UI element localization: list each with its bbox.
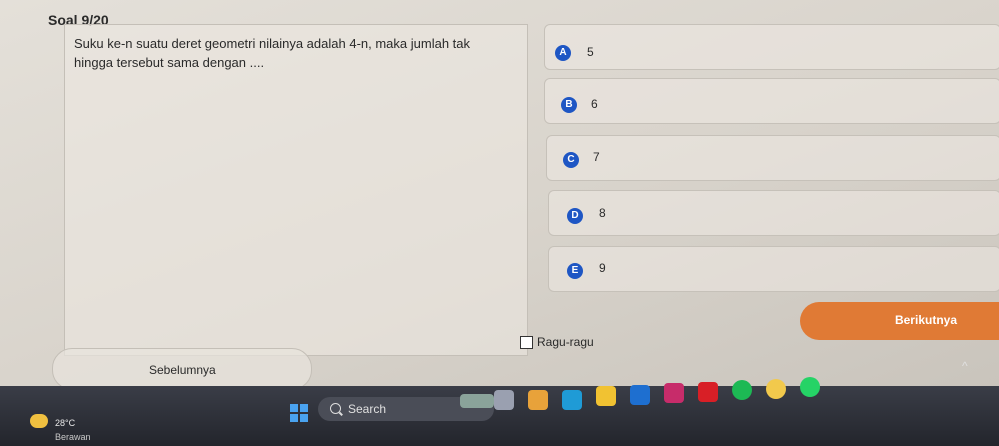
option-d-value: 8 <box>599 206 606 220</box>
option-c-value: 7 <box>593 150 600 164</box>
option-e-letter: E <box>567 263 583 279</box>
option-b-letter: B <box>561 97 577 113</box>
doubt-checkbox-label: Ragu-ragu <box>537 335 594 349</box>
previous-button-label: Sebelumnya <box>149 363 216 377</box>
previous-button[interactable]: Sebelumnya <box>52 348 312 390</box>
option-d-letter: D <box>567 208 583 224</box>
option-d[interactable]: D 8 <box>548 190 999 236</box>
outlook-icon[interactable] <box>630 384 650 405</box>
option-e-value: 9 <box>599 261 606 275</box>
landscape-widget-icon[interactable] <box>460 394 494 408</box>
exam-screen: Soal 9/20 Suku ke-n suatu deret geometri… <box>0 0 999 392</box>
copilot-icon[interactable] <box>528 390 548 410</box>
taskbar: ^ 28°C Berawan Search <box>0 359 999 446</box>
weather-description[interactable]: Berawan <box>55 432 91 442</box>
weather-cloud-icon[interactable] <box>30 414 48 428</box>
whatsapp-icon[interactable] <box>800 377 820 397</box>
windows-start-icon[interactable] <box>290 404 308 422</box>
tray-chevron-up-icon[interactable]: ^ <box>962 359 968 373</box>
question-panel <box>64 24 528 356</box>
netflix-icon[interactable] <box>698 381 718 402</box>
edge-icon[interactable] <box>562 390 582 410</box>
option-b-value: 6 <box>591 97 598 111</box>
option-e[interactable]: E 9 <box>548 246 999 292</box>
next-button[interactable]: Berikutnya <box>800 302 999 340</box>
media-player-icon[interactable] <box>664 383 684 403</box>
option-c-letter: C <box>563 152 579 168</box>
search-icon <box>330 403 341 414</box>
option-a-letter: A <box>555 45 571 61</box>
next-button-label: Berikutnya <box>894 313 957 327</box>
task-view-icon[interactable] <box>494 390 514 410</box>
search-label: Search <box>348 402 387 416</box>
chrome-canary-icon[interactable] <box>766 378 786 399</box>
option-a[interactable]: A 5 <box>544 24 999 70</box>
doubt-checkbox-box[interactable] <box>520 336 533 349</box>
file-explorer-icon[interactable] <box>596 386 616 406</box>
option-b[interactable]: B 6 <box>544 78 999 124</box>
weather-temperature[interactable]: 28°C <box>55 418 75 428</box>
spotify-icon[interactable] <box>732 380 752 400</box>
question-text: Suku ke-n suatu deret geometri nilainya … <box>74 36 470 70</box>
option-c[interactable]: C 7 <box>546 135 999 181</box>
option-a-value: 5 <box>587 45 594 59</box>
